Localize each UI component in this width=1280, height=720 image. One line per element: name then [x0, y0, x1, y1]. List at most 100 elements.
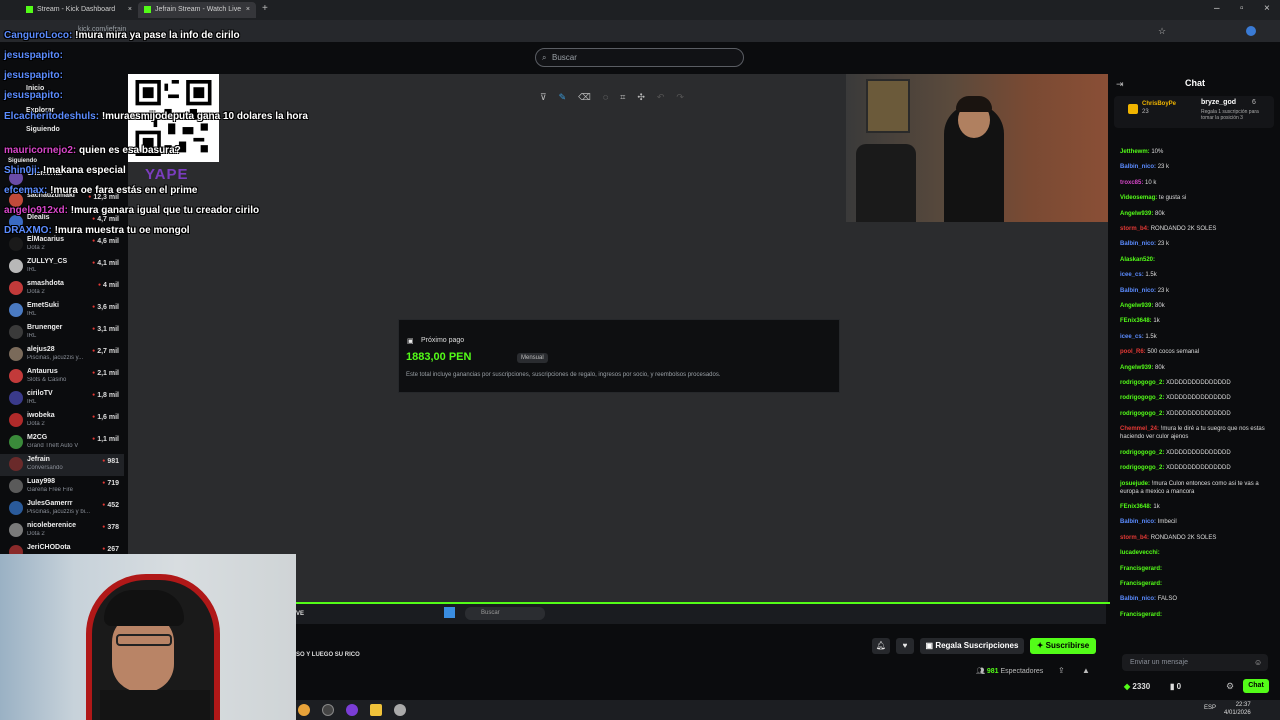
crop-icon[interactable]: ⌗ — [620, 92, 625, 102]
chat-username[interactable]: Balbin_nico: — [1120, 164, 1156, 170]
maximize-icon[interactable]: ▫ — [1240, 3, 1244, 14]
sidebar-channel[interactable]: JulesGamerrr Piscinas, jacuzzis y bi... 45… — [0, 498, 124, 520]
effects-icon[interactable]: ✣ — [637, 92, 645, 102]
chat-username[interactable]: FEnix3648: — [1120, 318, 1152, 324]
chat-username[interactable]: rodrigogogo_2: — [1120, 465, 1164, 471]
chat-username[interactable]: Francisgerard: — [1120, 566, 1162, 572]
close-tab-icon[interactable]: × — [246, 2, 250, 18]
chat-username[interactable]: icee_cs: — [1120, 334, 1144, 340]
browser-tab-active[interactable]: Jefrain Stream - Watch Live × — [138, 2, 256, 18]
undo-icon[interactable]: ↶ — [657, 92, 665, 102]
chat-message: pool_R6: 500 cocos semanal — [1120, 348, 1272, 356]
sidebar-channel[interactable]: ElMacarius Dota 2 4,6 mil — [0, 234, 124, 256]
chat-username[interactable]: Jetthewm: — [1120, 149, 1150, 155]
channel-category: Piscinas, jacuzzis y bi... — [27, 509, 91, 515]
chat-username[interactable]: rodrigogogo_2: — [1120, 395, 1164, 401]
chat-username[interactable]: storm_b4: — [1120, 226, 1149, 232]
sidebar-channel[interactable]: ciriloTV IRL 1,8 mil — [0, 388, 124, 410]
chat-username[interactable]: rodrigogogo_2: — [1120, 450, 1164, 456]
channel-category: Dota 2 — [27, 531, 45, 537]
sidebar-channel[interactable]: M2CG Grand Theft Auto V 1,1 mil — [0, 432, 124, 454]
chat-username[interactable]: josuejude: — [1120, 481, 1150, 487]
obs-icon[interactable] — [322, 704, 334, 716]
chat-username[interactable]: Balbin_nico: — [1120, 288, 1156, 294]
chat-username[interactable]: Videosemag: — [1120, 195, 1157, 201]
discord-icon[interactable] — [346, 704, 358, 716]
sidebar-channel[interactable]: alejus28 Piscinas, jacuzzis y... 2,7 mil — [0, 344, 124, 366]
sidebar-channel[interactable]: ZULLYY_CS IRL 4,1 mil — [0, 256, 124, 278]
report-icon[interactable]: ▲ — [1082, 666, 1090, 675]
share-icon[interactable]: ⇪ — [1058, 666, 1065, 675]
chat-username[interactable]: Angelw939: — [1120, 211, 1153, 217]
sidebar-channel[interactable]: Luay998 Garena Free Fire 719 — [0, 476, 124, 498]
channel-name: ZULLYY_CS — [27, 258, 68, 265]
channel-category: Garena Free Fire — [27, 487, 74, 493]
close-tab-icon[interactable]: × — [128, 2, 132, 18]
chat-username[interactable]: Francisgerard: — [1120, 581, 1162, 587]
sidebar-channel[interactable]: Jefrain Conversando 981 — [0, 454, 124, 476]
highlight-icon[interactable]: ✎ — [559, 92, 567, 102]
chat-username[interactable]: Angelw939: — [1120, 303, 1153, 309]
search-input[interactable]: ⌕ Buscar — [535, 48, 744, 67]
chat-username[interactable]: pool_R6: — [1120, 349, 1146, 355]
follow-button[interactable]: ♥ — [896, 638, 914, 654]
language-indicator[interactable]: ESP — [1204, 705, 1216, 711]
sidebar-channel[interactable]: iwobeka Dota 2 1,6 mil — [0, 410, 124, 432]
new-tab-button[interactable]: + — [262, 3, 268, 14]
chat-text: XDDDDDDDDDDDDDD — [1166, 410, 1231, 417]
send-chat-button[interactable]: Chat — [1243, 679, 1269, 693]
subs-leaderboard: ChrisBoyPe 23 bryze_god 6 Regala 1 suscr… — [1114, 96, 1274, 128]
sidebar-channel[interactable]: Brunenger IRL 3,1 mil — [0, 322, 124, 344]
notifications-button[interactable]: 🔔︎ — [872, 638, 890, 654]
sidebar-channel[interactable]: EmetSuki IRL 3,6 mil — [0, 300, 124, 322]
close-window-icon[interactable]: × — [1264, 3, 1270, 14]
chat-username[interactable]: lucadevecchi: — [1120, 550, 1160, 556]
chat-username[interactable]: rodrigogogo_2: — [1120, 411, 1164, 417]
sidebar-channel[interactable]: Antaurus Slots & Casino 2,1 mil — [0, 366, 124, 388]
subscribe-button[interactable]: ✦ Suscribirse — [1030, 638, 1096, 654]
points-balance[interactable]: ▮ 0 — [1170, 682, 1181, 691]
channel-name: Antaurus — [27, 368, 58, 375]
chrome-icon[interactable] — [298, 704, 310, 716]
folder-icon[interactable] — [370, 704, 382, 716]
browser-tab[interactable]: Stream - Kick Dashboard × — [20, 2, 138, 18]
kicks-balance[interactable]: ◆ 2330 — [1124, 682, 1150, 691]
chat-username[interactable]: Francisgerard: — [1120, 612, 1162, 618]
chat-username[interactable]: storm_b4: — [1120, 535, 1149, 541]
redo-icon[interactable]: ↷ — [676, 92, 684, 102]
kick-favicon-icon — [26, 5, 33, 13]
chat-username[interactable]: Angelw939: — [1120, 365, 1153, 371]
chat-input[interactable]: Enviar un mensaje — [1122, 654, 1268, 671]
chat-username[interactable]: troxc85: — [1120, 180, 1143, 186]
sidebar-channel[interactable]: nicoleberenice Dota 2 378 — [0, 520, 124, 542]
overlay-chat-user: Shin0ji: — [4, 165, 41, 176]
emote-picker-icon[interactable]: ☺ — [1254, 658, 1262, 667]
system-clock[interactable]: 22:37 4/01/2026 — [1224, 701, 1251, 717]
overlay-chat-user: DRAXMO: — [4, 225, 52, 236]
chat-username[interactable]: Chemmel_24: — [1120, 426, 1159, 432]
chat-username[interactable]: Balbin_nico: — [1120, 596, 1156, 602]
minimize-icon[interactable]: – — [1214, 3, 1220, 14]
heart-icon: ♥ — [902, 641, 908, 650]
sidebar-channel[interactable]: smashdota Dota 2 4 mil — [0, 278, 124, 300]
chat-username[interactable]: Balbin_nico: — [1120, 519, 1156, 525]
eraser-icon[interactable]: ⌫ — [578, 92, 591, 102]
chat-settings-icon[interactable]: ⚙ — [1226, 681, 1234, 692]
overlay-chat-message: mauricornejo2: quien es esa basura? — [4, 145, 181, 156]
chat-username[interactable]: rodrigogogo_2: — [1120, 380, 1164, 386]
nav-following[interactable]: Siguiendo — [26, 126, 60, 133]
shield-icon[interactable] — [394, 704, 406, 716]
chat-username[interactable]: FEnix3648: — [1120, 504, 1152, 510]
bookmark-star-icon[interactable]: ☆ — [1158, 26, 1166, 37]
chat-username[interactable]: Balbin_nico: — [1120, 241, 1156, 247]
profile-avatar-icon[interactable] — [1246, 26, 1256, 36]
filter-icon[interactable]: ⊽ — [540, 92, 547, 102]
channel-avatar — [9, 325, 23, 339]
chat-username[interactable]: icee_cs: — [1120, 272, 1144, 278]
overlay-chat-user: angelo912xd: — [4, 205, 68, 216]
chat-username[interactable]: Alaskan520: — [1120, 257, 1155, 263]
gift-subs-button[interactable]: ▣ Regala Suscripciones — [920, 638, 1024, 654]
chat-message: lucadevecchi: — [1120, 549, 1272, 557]
shapes-icon[interactable]: ◌ — [603, 92, 608, 102]
chat-text: 1.5k — [1145, 333, 1157, 340]
